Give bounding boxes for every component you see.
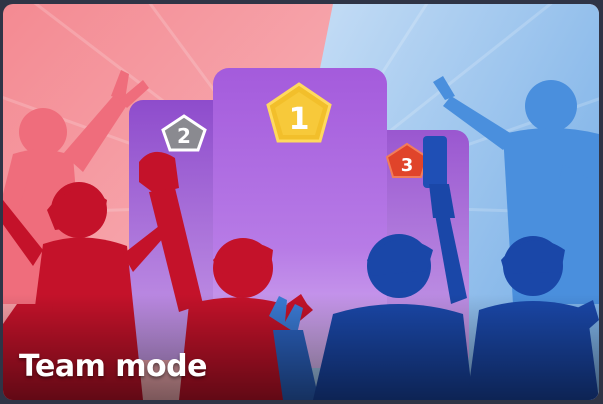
screen-frame: 2 1 3 Team mode (0, 0, 603, 404)
card-title: Team mode (19, 349, 207, 384)
title-shade (3, 294, 599, 400)
third-place-label: 3 (401, 155, 414, 176)
second-place-label: 2 (177, 124, 191, 148)
first-place-label: 1 (289, 102, 310, 137)
team-mode-illustration: 2 1 3 (3, 4, 599, 400)
team-mode-card[interactable]: 2 1 3 Team mode (3, 4, 599, 400)
